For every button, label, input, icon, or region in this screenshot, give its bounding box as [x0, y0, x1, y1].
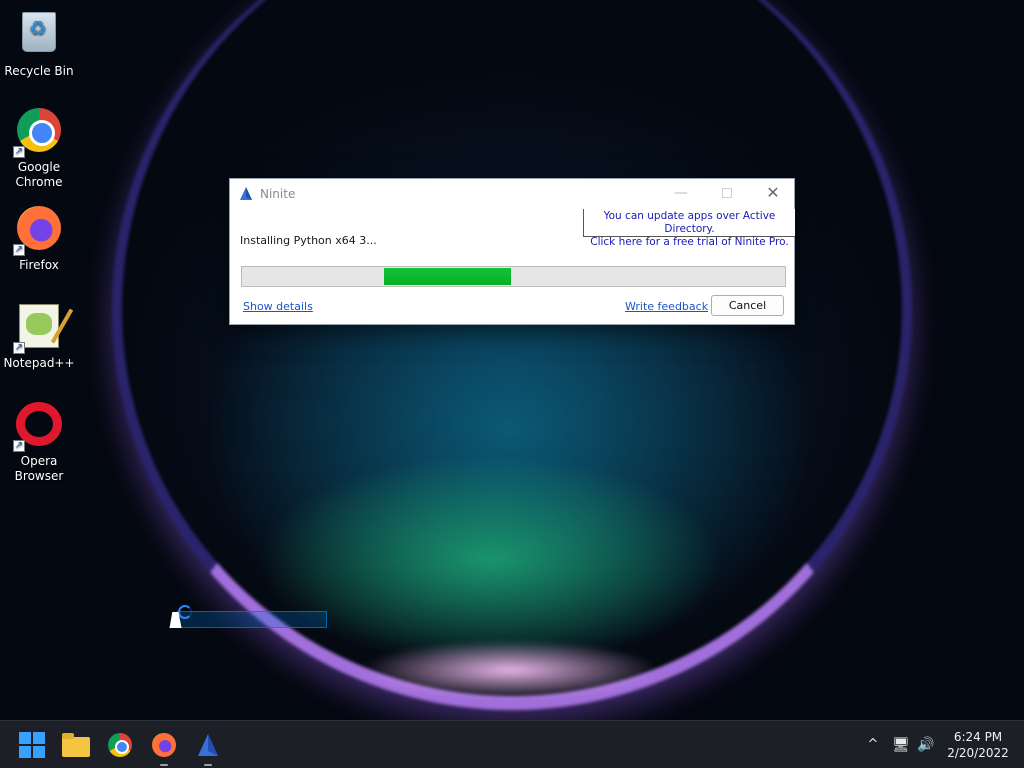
install-progress-bar [241, 266, 786, 287]
taskbar: ^ 🖥 🔊 6:24 PM 2/20/2022 [0, 720, 1024, 768]
volume-icon[interactable]: 🔊 [917, 736, 935, 754]
progress-marquee-fill [384, 268, 511, 285]
desktop-icon-label: Google Chrome [15, 160, 63, 189]
desktop-icon-opera-browser[interactable]: ↗ Opera Browser [0, 400, 78, 484]
shortcut-arrow-icon: ↗ [13, 440, 25, 452]
firefox-icon [152, 733, 176, 757]
desktop-icon-label: Opera Browser [14, 454, 64, 483]
shortcut-arrow-icon: ↗ [13, 146, 25, 158]
ninite-icon [240, 187, 252, 200]
cancel-button[interactable]: Cancel [711, 295, 784, 316]
show-details-link[interactable]: Show details [243, 300, 313, 313]
chrome-icon: ↗ [13, 108, 63, 158]
firefox-icon: ↗ [13, 206, 63, 256]
desktop-icon-label: Firefox [19, 258, 59, 272]
taskbar-ninite[interactable] [192, 729, 224, 766]
window-title: Ninite [260, 187, 296, 201]
network-icon[interactable]: 🖥 [892, 736, 910, 754]
tooltip-line-1: You can update apps over Active Director… [603, 210, 776, 235]
taskbar-file-explorer[interactable] [60, 729, 92, 761]
file-explorer-icon [62, 733, 90, 757]
ninite-window: Ninite — ✕ You can update apps over Acti… [229, 178, 795, 325]
install-status-text: Installing Python x64 3... [240, 234, 377, 247]
maximize-icon [722, 188, 732, 198]
chrome-icon [108, 733, 132, 757]
drag-selection-rectangle [177, 611, 327, 628]
desktop-icon-label: Notepad++ [3, 356, 75, 370]
shortcut-arrow-icon: ↗ [13, 244, 25, 256]
shortcut-arrow-icon: ↗ [13, 342, 25, 354]
minimize-button[interactable]: — [658, 179, 704, 207]
wallpaper-orb-glow [360, 640, 660, 700]
wallpaper-orb-ring [112, 0, 912, 710]
desktop-icon-google-chrome[interactable]: ↗ Google Chrome [0, 106, 78, 190]
desktop-icon-firefox[interactable]: ↗ Firefox [0, 204, 78, 273]
taskbar-firefox[interactable] [148, 729, 180, 766]
desktop-wallpaper [0, 0, 1024, 720]
clock-date: 2/20/2022 [947, 746, 1009, 760]
ninite-pro-promo-tooltip[interactable]: You can update apps over Active Director… [583, 209, 795, 248]
notepad-plus-plus-icon: ↗ [13, 304, 63, 354]
close-button[interactable]: ✕ [750, 179, 796, 207]
start-button[interactable] [16, 729, 48, 761]
start-icon [19, 732, 45, 758]
clock-time: 6:24 PM [953, 730, 1003, 744]
running-indicator [204, 764, 212, 766]
title-bar[interactable]: Ninite — ✕ [230, 179, 794, 209]
tooltip-line-2: Click here for a free trial of Ninite Pr… [590, 236, 789, 248]
recycle-bin-icon [15, 12, 63, 60]
ninite-icon [198, 734, 218, 756]
desktop-icon-label: Recycle Bin [4, 64, 74, 78]
desktop-icon-notepad-plus-plus[interactable]: ↗ Notepad++ [0, 302, 78, 371]
running-indicator [160, 764, 168, 766]
taskbar-chrome[interactable] [104, 729, 136, 761]
taskbar-clock[interactable]: 6:24 PM 2/20/2022 [940, 729, 1016, 761]
desktop-icon-recycle-bin[interactable]: Recycle Bin [0, 8, 78, 79]
maximize-button[interactable] [704, 179, 750, 207]
opera-icon: ↗ [13, 402, 63, 452]
show-hidden-icons-chevron-icon[interactable]: ^ [864, 736, 882, 754]
write-feedback-link[interactable]: Write feedback [625, 300, 708, 313]
